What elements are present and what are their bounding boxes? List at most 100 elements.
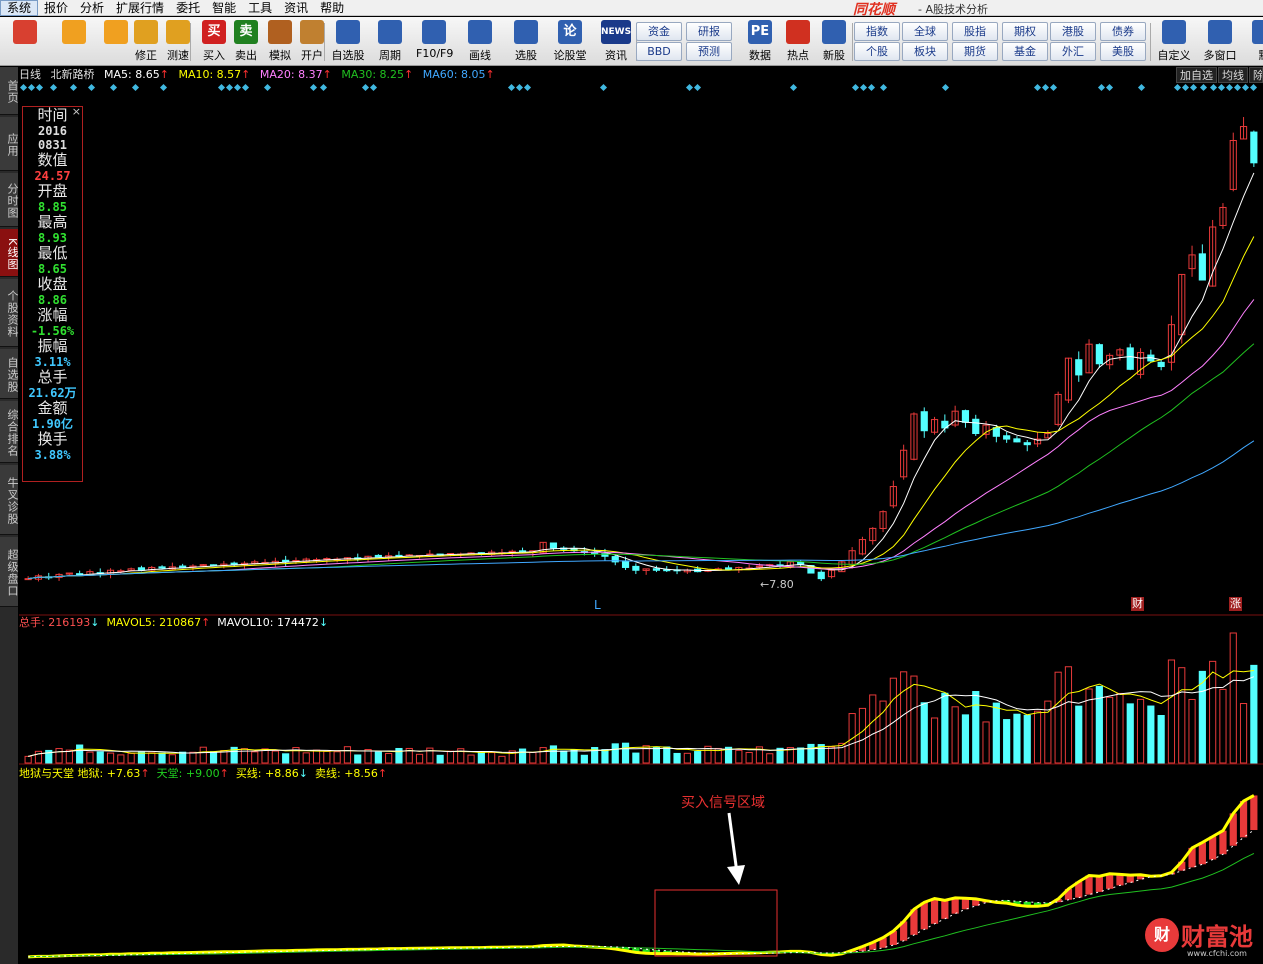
left-tab[interactable]: 超级盘口: [0, 537, 19, 607]
quick-nav-button[interactable]: 板块: [902, 42, 948, 61]
toolbar-button[interactable]: 画线: [462, 20, 498, 64]
volume-bar: [271, 750, 279, 764]
volume-bar: [632, 752, 640, 764]
signal-diamond-icon: [851, 83, 860, 92]
volume-bar: [1023, 714, 1031, 764]
layout-icon: [13, 20, 37, 44]
low-label: 最低: [37, 244, 68, 262]
volume-bar: [34, 750, 43, 764]
signal-diamond-icon: [49, 83, 58, 92]
menu-item[interactable]: 扩展行情: [110, 0, 170, 16]
volume-bar: [1126, 703, 1134, 764]
signal-diamond-icon: [1233, 83, 1242, 92]
toolbar-button[interactable]: 卖卖出: [228, 20, 264, 64]
toolbar-button[interactable]: 自定义: [1156, 20, 1192, 64]
toolbar-button[interactable]: 买买入: [196, 20, 232, 64]
signal-diamond-icon: [35, 83, 44, 92]
toolbar-button[interactable]: 论论股堂: [552, 20, 588, 64]
low-price-marker: ←7.80: [760, 578, 794, 591]
toolbar-button[interactable]: 热点: [780, 20, 816, 64]
volume-bar: [1157, 714, 1165, 764]
quick-nav-button[interactable]: BBD: [636, 42, 682, 61]
quick-nav-button[interactable]: 美股: [1100, 42, 1146, 61]
mavol10-readout: MAVOL10: 174472: [217, 616, 319, 629]
quick-nav-button[interactable]: 债券: [1100, 22, 1146, 41]
candle-body: [179, 565, 187, 568]
volume-bar: [312, 749, 321, 764]
left-tab[interactable]: 牛叉诊股: [0, 465, 19, 535]
quick-nav-button[interactable]: 外汇: [1050, 42, 1096, 61]
volume-bar: [354, 754, 362, 764]
info-box: × 时间 2016 0831 数值 24.57 开盘 8.85 最高 8.93 …: [22, 105, 83, 482]
watermark-logo: 财 财富池 www.cfchi.com: [1143, 913, 1263, 964]
toolbar-button-label: F10/F9: [416, 47, 454, 60]
amount-label: 金额: [37, 399, 68, 417]
volume-bar: [477, 751, 485, 764]
left-tab[interactable]: 分时图: [0, 173, 19, 227]
left-tab[interactable]: 综合排名: [0, 401, 19, 463]
signal-diamond-icon: [515, 83, 524, 92]
toolbar-button[interactable]: 修正: [128, 20, 164, 64]
left-tab[interactable]: 应用: [0, 117, 19, 171]
left-tab[interactable]: 个股资料: [0, 279, 19, 347]
down-arrow-icon: ↓: [90, 616, 100, 629]
candle-body: [724, 567, 733, 571]
left-tab[interactable]: 自选股: [0, 349, 19, 399]
toolbar-button[interactable]: 模拟: [262, 20, 298, 64]
toolbar-icon-button[interactable]: [56, 20, 92, 64]
volume-bar: [621, 742, 630, 764]
volume-bar: [961, 714, 970, 764]
quick-nav-button[interactable]: 港股: [1050, 22, 1096, 41]
signal-diamond-icon: [1137, 83, 1146, 92]
toolbar-button[interactable]: 自选股: [330, 20, 366, 64]
toolbar-button[interactable]: F10/F9: [416, 20, 454, 64]
candle-body: [1157, 361, 1165, 368]
menu-item[interactable]: 系统: [0, 0, 39, 16]
quick-nav-button[interactable]: 研报: [686, 22, 732, 41]
toolbar-button[interactable]: NEWS 资讯: [598, 20, 634, 64]
quick-nav-button[interactable]: 期权: [1002, 22, 1048, 41]
volume-bar: [1209, 660, 1217, 764]
signal-bar: [1116, 874, 1124, 886]
menu-item[interactable]: 资讯: [278, 0, 314, 16]
limit-up-marker[interactable]: 涨: [1229, 597, 1242, 611]
signal-diamond-icon: [1097, 83, 1106, 92]
menu-item[interactable]: 工具: [242, 0, 278, 16]
close-icon[interactable]: ×: [72, 105, 81, 118]
quick-nav-button[interactable]: 基金: [1002, 42, 1048, 61]
up-arrow-icon: ↑: [201, 616, 211, 629]
kline-chart[interactable]: [19, 67, 1263, 964]
volume-bar: [683, 752, 691, 764]
toolbar-button[interactable]: 周期: [372, 20, 408, 64]
left-tab[interactable]: 首页: [0, 67, 19, 115]
toolbar-button[interactable]: 多窗口: [1202, 20, 1238, 64]
quick-nav-button[interactable]: 个股: [854, 42, 900, 61]
toolbar-button[interactable]: 新股: [816, 20, 852, 64]
menu-item[interactable]: 委托: [170, 0, 206, 16]
quick-nav-button[interactable]: 全球: [902, 22, 948, 41]
quick-nav-button[interactable]: 股指: [952, 22, 998, 41]
left-tab[interactable]: K线图: [0, 229, 19, 277]
menu-item[interactable]: 分析: [74, 0, 110, 16]
open-label: 开盘: [37, 182, 68, 200]
finance-marker[interactable]: 财: [1131, 597, 1144, 611]
signal-diamond-icon: [225, 83, 234, 92]
signal-diamond-icon: [1105, 83, 1114, 92]
ma5-line: [28, 172, 1255, 580]
toolbar-button[interactable]: PE 数据: [742, 20, 778, 64]
menu-item[interactable]: 帮助: [314, 0, 350, 16]
f10-icon: [422, 20, 446, 44]
menu-item[interactable]: 智能: [206, 0, 242, 16]
hell-line: [28, 794, 1255, 959]
toolbar-icon-button[interactable]: [6, 20, 44, 64]
toolbar-button[interactable]: 选股: [508, 20, 544, 64]
quick-nav-button[interactable]: 指数: [854, 22, 900, 41]
cycle-clock-icon: [378, 20, 402, 44]
quick-nav-button[interactable]: 期货: [952, 42, 998, 61]
quick-nav-button[interactable]: 预测: [686, 42, 732, 61]
quick-nav-button[interactable]: 资金: [636, 22, 682, 41]
toolbar-button[interactable]: 默: [1246, 20, 1263, 64]
signal-diamond-icon: [1041, 83, 1050, 92]
menu-item[interactable]: 报价: [38, 0, 74, 16]
signal-diamond-icon: [361, 83, 370, 92]
